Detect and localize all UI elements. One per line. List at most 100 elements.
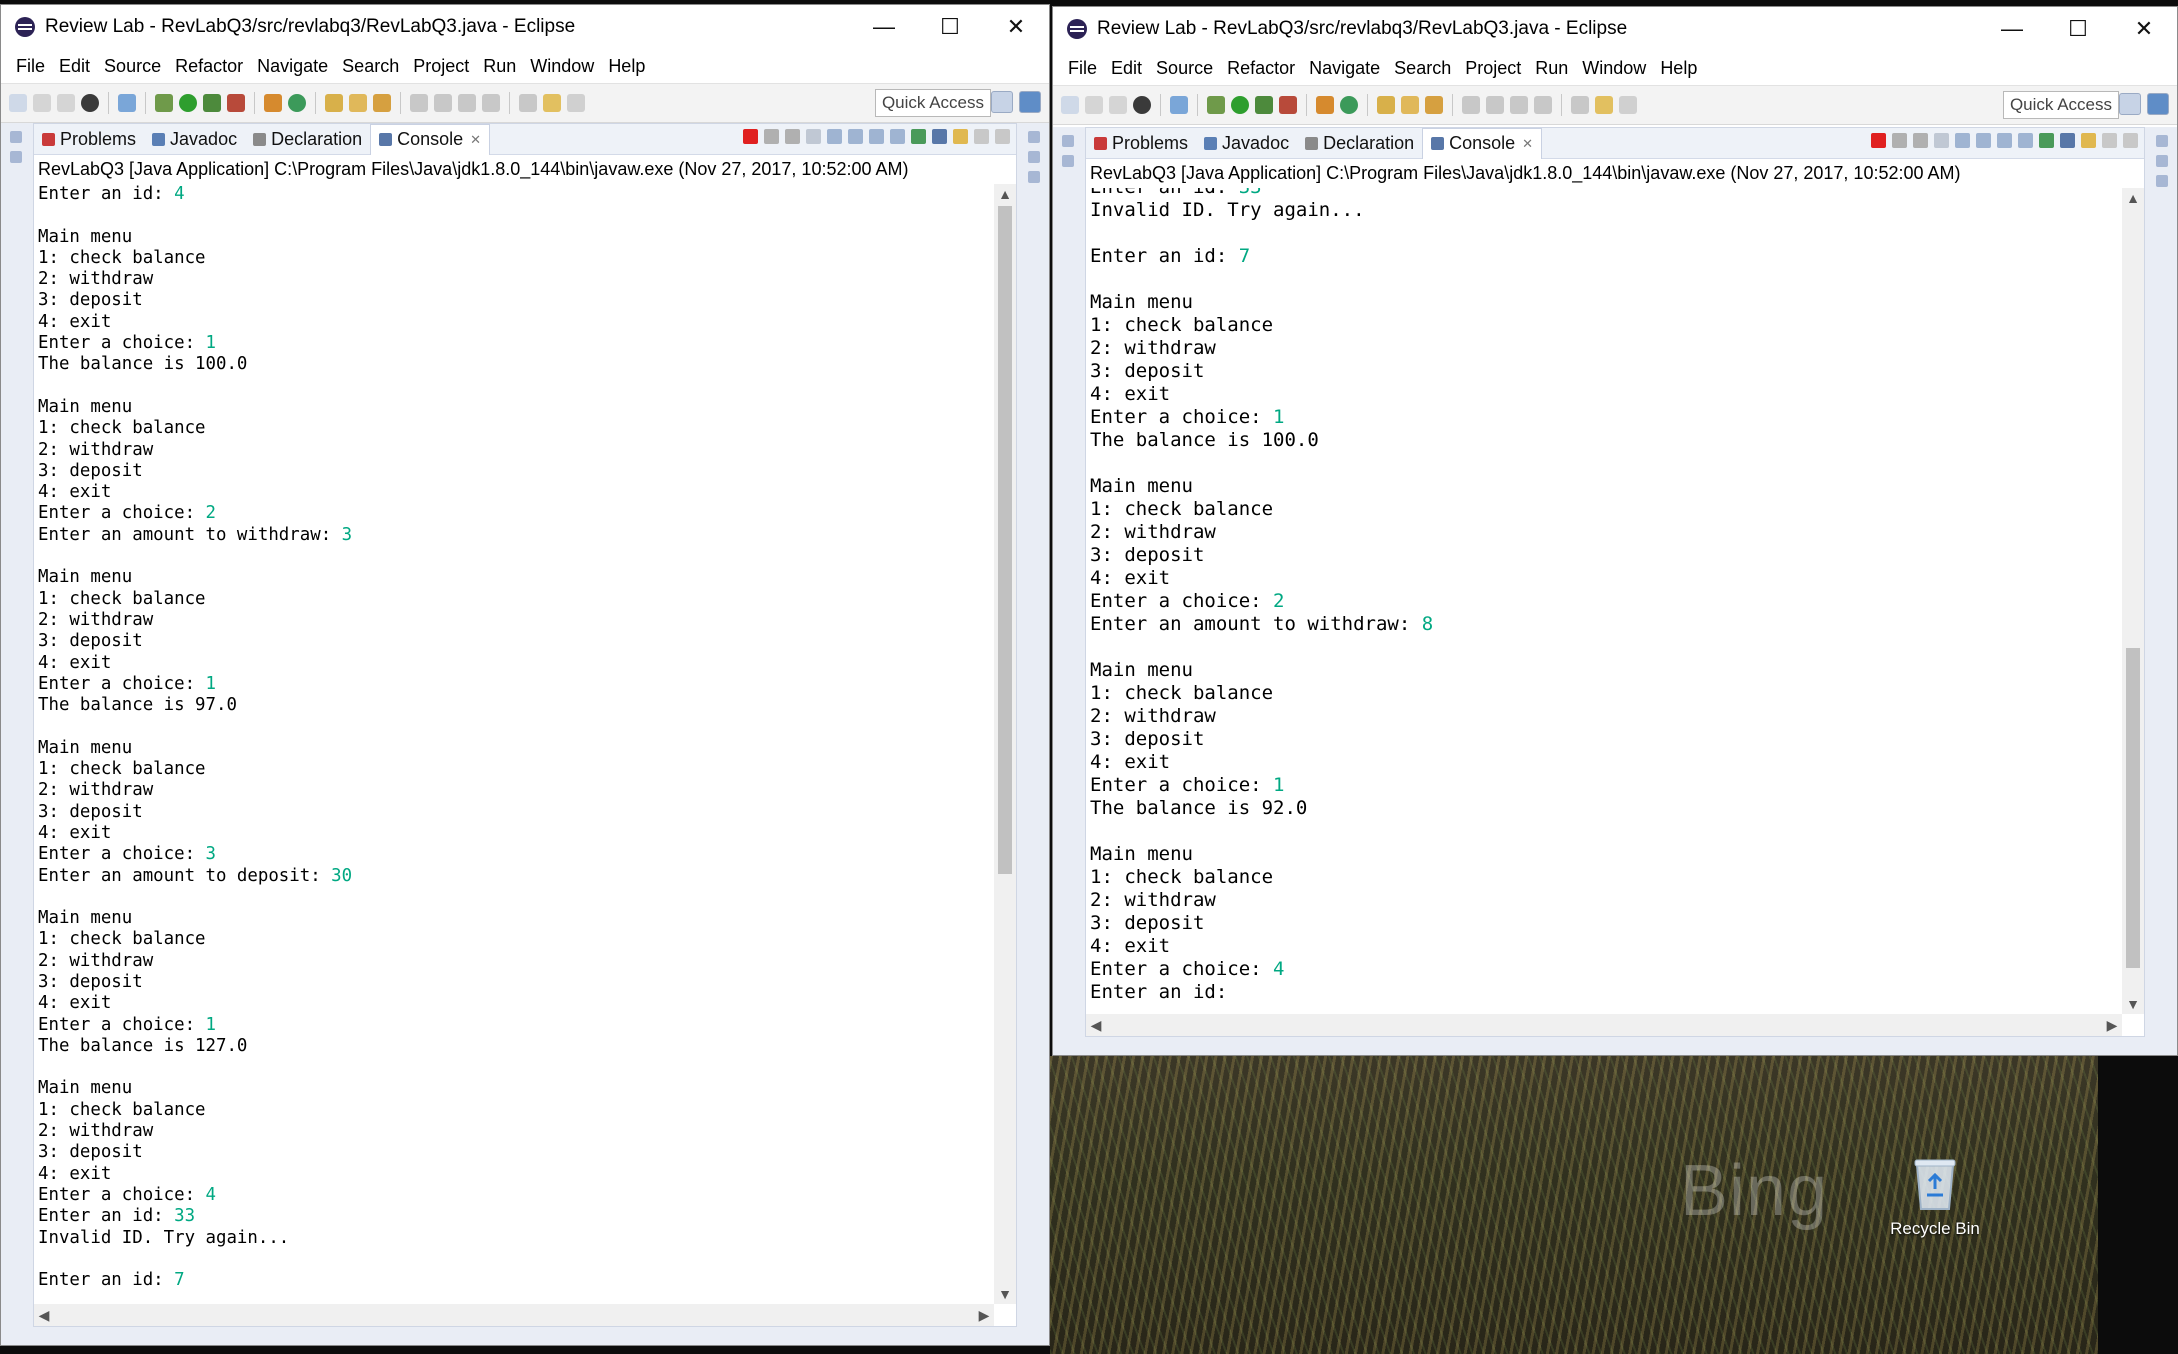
annotation-icon[interactable]: [410, 94, 428, 112]
minimize-view-icon[interactable]: [2102, 133, 2117, 148]
scrollbar-thumb[interactable]: [998, 206, 1012, 874]
menu-help[interactable]: Help: [601, 56, 652, 77]
forward-icon[interactable]: [567, 94, 585, 112]
java-perspective-icon[interactable]: [1019, 91, 1041, 113]
close-tab-icon[interactable]: ✕: [470, 132, 481, 148]
menu-refactor[interactable]: Refactor: [168, 56, 250, 77]
debug-icon[interactable]: [155, 94, 173, 112]
new-java-project-icon[interactable]: [264, 94, 282, 112]
tab-declaration[interactable]: Declaration: [1297, 128, 1422, 158]
package-explorer-icon[interactable]: [1062, 155, 1074, 167]
menu-run[interactable]: Run: [476, 56, 523, 77]
scroll-lock-icon[interactable]: [1955, 133, 1970, 148]
word-wrap-icon[interactable]: [848, 129, 863, 144]
pin-editor-icon[interactable]: [1534, 96, 1552, 114]
new-class-icon[interactable]: [1340, 96, 1358, 114]
menu-search[interactable]: Search: [335, 56, 406, 77]
menu-navigate[interactable]: Navigate: [250, 56, 335, 77]
scroll-left-icon[interactable]: ◀: [34, 1304, 54, 1326]
restore-icon[interactable]: [2156, 135, 2168, 147]
new-icon[interactable]: [1061, 96, 1079, 114]
menu-run[interactable]: Run: [1528, 58, 1575, 79]
external-tools-icon[interactable]: [1279, 96, 1297, 114]
scroll-down-icon[interactable]: ▼: [994, 1284, 1016, 1304]
open-console-icon[interactable]: [953, 129, 968, 144]
new-icon[interactable]: [9, 94, 27, 112]
coverage-icon[interactable]: [203, 94, 221, 112]
save-all-icon[interactable]: [57, 94, 75, 112]
debug-config-icon[interactable]: [1133, 96, 1151, 114]
horizontal-scrollbar[interactable]: ◀ ▶: [1086, 1014, 2122, 1036]
scroll-down-icon[interactable]: ▼: [2122, 994, 2144, 1014]
scrollbar-thumb[interactable]: [2126, 648, 2140, 968]
quick-access-field[interactable]: Quick Access: [2002, 91, 2119, 119]
menu-window[interactable]: Window: [523, 56, 601, 77]
word-wrap-icon[interactable]: [1976, 133, 1991, 148]
save-all-icon[interactable]: [1109, 96, 1127, 114]
search-icon[interactable]: [1425, 96, 1443, 114]
open-perspective-icon[interactable]: [991, 91, 1013, 113]
external-tools-icon[interactable]: [227, 94, 245, 112]
search-icon[interactable]: [373, 94, 391, 112]
open-type-icon[interactable]: [1377, 96, 1395, 114]
console-output[interactable]: Enter an id: 33 Invalid ID. Try again...…: [1086, 188, 2122, 1014]
new-java-project-icon[interactable]: [1316, 96, 1334, 114]
menu-source[interactable]: Source: [1149, 58, 1220, 79]
tab-console[interactable]: Console ✕: [370, 123, 491, 155]
tab-declaration[interactable]: Declaration: [245, 124, 370, 154]
menu-project[interactable]: Project: [406, 56, 476, 77]
task-list-icon[interactable]: [2156, 175, 2168, 187]
minimize-view-icon[interactable]: [974, 129, 989, 144]
restore-icon[interactable]: [10, 131, 22, 143]
tab-console[interactable]: Console ✕: [1422, 127, 1543, 159]
next-annotation-icon[interactable]: [1486, 96, 1504, 114]
annotation-icon[interactable]: [1462, 96, 1480, 114]
package-explorer-icon[interactable]: [10, 151, 22, 163]
console-output[interactable]: Enter an id: 4 Main menu 1: check balanc…: [34, 184, 994, 1304]
scroll-lock-icon[interactable]: [827, 129, 842, 144]
clear-console-icon[interactable]: [1934, 133, 1949, 148]
vertical-scrollbar[interactable]: ▲ ▼: [2122, 188, 2144, 1014]
menu-edit[interactable]: Edit: [52, 56, 97, 77]
maximize-button[interactable]: ☐: [2045, 7, 2111, 51]
tab-javadoc[interactable]: Javadoc: [144, 124, 245, 154]
outline-icon[interactable]: [1028, 151, 1040, 163]
pin-console-icon[interactable]: [911, 129, 926, 144]
last-edit-icon[interactable]: [519, 94, 537, 112]
terminate-icon[interactable]: [1871, 133, 1886, 148]
menu-window[interactable]: Window: [1575, 58, 1653, 79]
tab-javadoc[interactable]: Javadoc: [1196, 128, 1297, 158]
remove-launch-icon[interactable]: [764, 129, 779, 144]
scroll-right-icon[interactable]: ▶: [974, 1304, 994, 1326]
run-icon[interactable]: [1231, 96, 1249, 114]
maximize-button[interactable]: ☐: [917, 5, 983, 49]
forward-icon[interactable]: [1619, 96, 1637, 114]
back-icon[interactable]: [1595, 96, 1613, 114]
next-annotation-icon[interactable]: [434, 94, 452, 112]
outline-icon[interactable]: [2156, 155, 2168, 167]
open-console-icon[interactable]: [2081, 133, 2096, 148]
scroll-right-icon[interactable]: ▶: [2102, 1014, 2122, 1036]
back-icon[interactable]: [543, 94, 561, 112]
menu-help[interactable]: Help: [1653, 58, 1704, 79]
debug-config-icon[interactable]: [81, 94, 99, 112]
menu-project[interactable]: Project: [1458, 58, 1528, 79]
remove-all-icon[interactable]: [1913, 133, 1928, 148]
title-bar[interactable]: Review Lab - RevLabQ3/src/revlabq3/RevLa…: [1, 5, 1049, 49]
menu-file[interactable]: File: [1061, 58, 1104, 79]
terminate-icon[interactable]: [743, 129, 758, 144]
scroll-up-icon[interactable]: ▲: [2122, 188, 2144, 208]
menu-search[interactable]: Search: [1387, 58, 1458, 79]
minimize-button[interactable]: —: [1979, 7, 2045, 51]
menu-refactor[interactable]: Refactor: [1220, 58, 1302, 79]
close-button[interactable]: ✕: [2111, 7, 2177, 51]
prev-annotation-icon[interactable]: [458, 94, 476, 112]
show-stderr-icon[interactable]: [890, 129, 905, 144]
coverage-icon[interactable]: [1255, 96, 1273, 114]
menu-source[interactable]: Source: [97, 56, 168, 77]
open-perspective-icon[interactable]: [2119, 93, 2141, 115]
pin-console-icon[interactable]: [2039, 133, 2054, 148]
close-button[interactable]: ✕: [983, 5, 1049, 49]
display-console-icon[interactable]: [932, 129, 947, 144]
restore-icon[interactable]: [1028, 131, 1040, 143]
